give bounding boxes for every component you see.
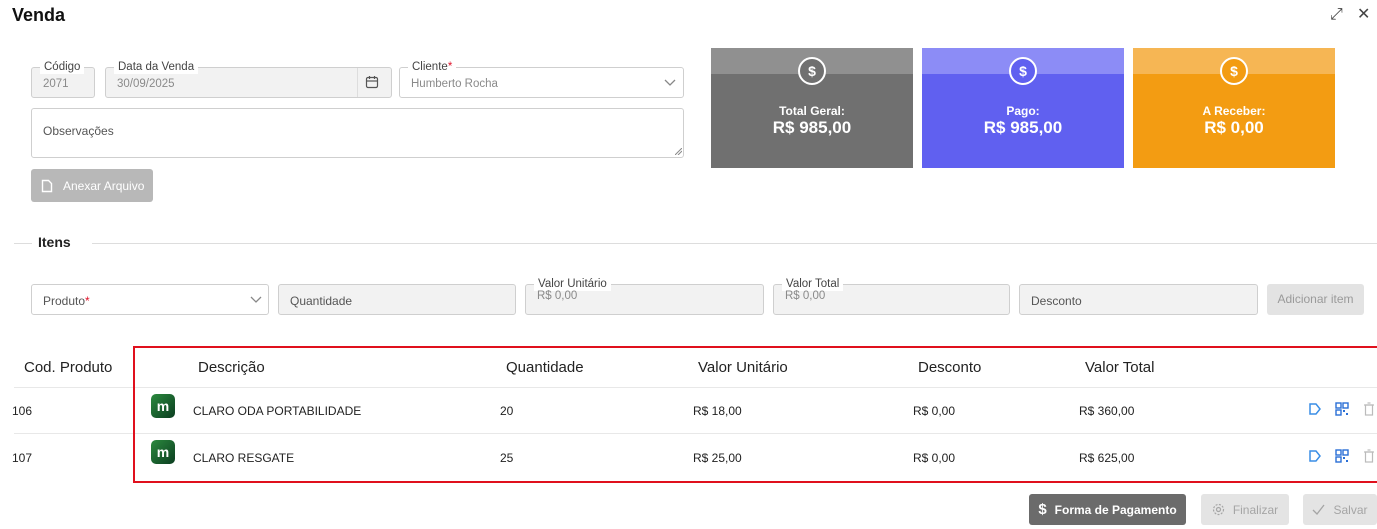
data-venda-value: 30/09/2025 [117, 78, 175, 90]
forma-pagamento-button[interactable]: $ Forma de Pagamento [1029, 494, 1186, 525]
card-label: A Receber: [1202, 104, 1266, 118]
salvar-button[interactable]: Salvar [1303, 494, 1377, 525]
dollar-icon: $ [1009, 57, 1037, 85]
finalizar-label: Finalizar [1232, 502, 1279, 517]
salvar-label: Salvar [1333, 502, 1368, 517]
calendar-icon[interactable] [365, 75, 379, 89]
file-icon [41, 179, 53, 192]
card-value: R$ 985,00 [983, 118, 1063, 137]
page-title: Venda [12, 5, 66, 25]
codigo-value: 2071 [43, 78, 69, 90]
codigo-label: Código [40, 60, 85, 74]
dollar-icon: $ [798, 57, 826, 85]
quantidade-placeholder: Quantidade [290, 294, 353, 308]
valor-unitario-input[interactable]: Valor Unitário R$ 0,00 [525, 277, 764, 315]
section-divider [14, 243, 32, 244]
cell-cod: 107 [12, 451, 33, 465]
observacoes-placeholder: Observações [43, 124, 114, 138]
expand-icon[interactable]: ⤢ [1330, 6, 1343, 24]
add-item-button: Adicionar item [1267, 284, 1364, 315]
valor-total-input[interactable]: Valor Total R$ 0,00 [773, 277, 1010, 315]
data-venda-field[interactable]: Data da Venda 30/09/2025 [105, 60, 392, 98]
card-value: R$ 985,00 [772, 118, 852, 137]
chevron-down-icon [664, 79, 676, 86]
highlight-box [133, 346, 1377, 483]
produto-placeholder: Produto* [43, 294, 90, 308]
observacoes-textarea[interactable]: Observações [31, 108, 684, 158]
data-venda-label: Data da Venda [114, 60, 199, 74]
chevron-down-icon [250, 296, 262, 303]
card-label: Total Geral: [779, 104, 845, 118]
resize-handle-icon[interactable] [675, 148, 682, 155]
itens-section-title: Itens [38, 234, 71, 250]
produto-select[interactable]: Produto* [31, 284, 269, 315]
cliente-select[interactable]: Cliente* Humberto Rocha [399, 60, 684, 98]
check-icon [1313, 504, 1325, 515]
card-label: Pago: [1006, 104, 1040, 118]
card-value: R$ 0,00 [1204, 118, 1264, 137]
dollar-icon: $ [1038, 501, 1047, 518]
valor-total-label: Valor Total [782, 277, 844, 291]
desconto-placeholder: Desconto [1031, 294, 1082, 308]
cliente-label: Cliente* [408, 60, 457, 74]
section-divider [92, 243, 1377, 244]
desconto-input[interactable]: Desconto [1019, 284, 1258, 315]
codigo-field[interactable]: Código 2071 [31, 60, 95, 98]
valor-total-value: R$ 0,00 [785, 290, 826, 302]
attach-file-button[interactable]: Anexar Arquivo [31, 169, 153, 202]
close-icon[interactable]: ✕ [1357, 6, 1370, 24]
cell-cod: 106 [12, 404, 33, 418]
cliente-value: Humberto Rocha [411, 78, 498, 90]
valor-unitario-value: R$ 0,00 [537, 290, 578, 302]
dollar-icon: $ [1220, 57, 1248, 85]
forma-pagamento-label: Forma de Pagamento [1054, 502, 1177, 517]
column-header-cod: Cod. Produto [24, 359, 113, 376]
quantidade-input[interactable]: Quantidade [278, 284, 516, 315]
pago-card: $ Pago: R$ 985,00 [922, 48, 1124, 168]
total-geral-card: $ Total Geral: R$ 985,00 [711, 48, 913, 168]
finalizar-button[interactable]: Finalizar [1201, 494, 1289, 525]
attach-file-label: Anexar Arquivo [63, 178, 145, 193]
gear-icon [1212, 503, 1224, 516]
valor-unitario-label: Valor Unitário [534, 277, 611, 291]
a-receber-card: $ A Receber: R$ 0,00 [1133, 48, 1335, 168]
